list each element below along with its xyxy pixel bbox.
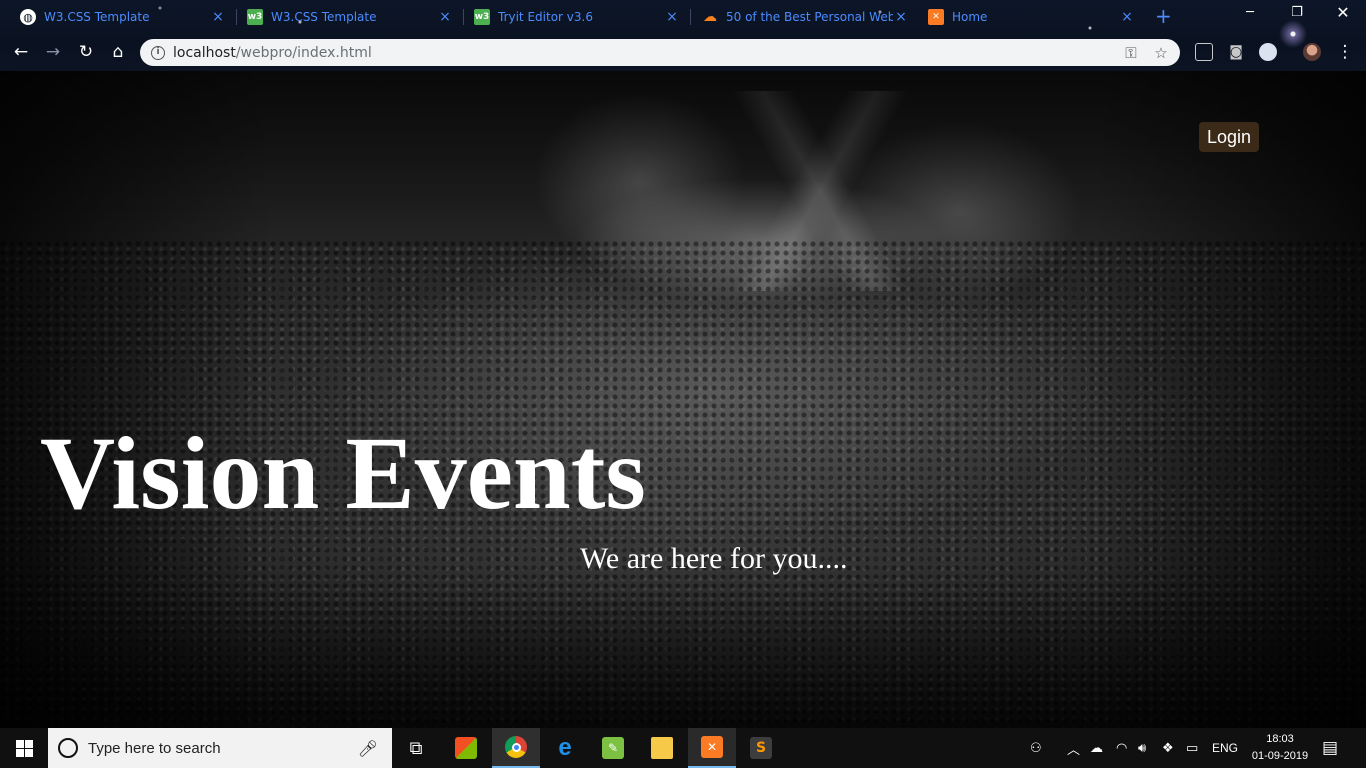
edge-icon[interactable]: e [541, 728, 589, 768]
notepad-plus-icon[interactable]: ✎ [589, 728, 637, 768]
xampp-taskbar-icon[interactable]: ✕ [688, 728, 736, 768]
hero-title: Vision Events [40, 416, 646, 531]
minimize-icon[interactable]: ─ [1240, 5, 1260, 20]
task-view-icon[interactable]: ⧉ [392, 728, 440, 768]
tab-title: Home [952, 10, 988, 24]
file-explorer-icon[interactable] [638, 728, 686, 768]
close-icon[interactable]: × [437, 9, 453, 25]
hero-section: Login Vision Events We are here for you.… [0, 71, 1366, 728]
volume-icon[interactable]: 🔊︎ [1138, 728, 1146, 768]
w3-icon: w3 [247, 9, 263, 25]
dropbox-icon[interactable]: ❖ [1162, 728, 1174, 768]
cloud-icon: ☁ [703, 9, 717, 25]
key-icon[interactable]: ⚿ [1120, 44, 1142, 62]
hero-subtitle: We are here for you.... [580, 542, 848, 575]
xampp-icon: ✕ [928, 9, 944, 25]
url-host: localhost [173, 44, 236, 61]
close-window-icon[interactable]: ✕ [1333, 3, 1353, 22]
clock-time: 18:03 [1266, 733, 1294, 745]
chrome-taskbar-icon[interactable] [492, 728, 540, 768]
star-icon[interactable]: ☆ [1150, 44, 1172, 62]
windows-taskbar: Type here to search 🎤︎ ⧉ e ✎ ✕ S ⚇ ︿ ☁ ◠… [0, 728, 1366, 768]
new-tab-button[interactable]: + [1155, 6, 1172, 26]
w3-icon: w3 [474, 9, 490, 25]
tab-title: W3.CSS Template [44, 10, 150, 24]
home-icon[interactable]: ⌂ [107, 41, 129, 63]
close-icon[interactable]: × [210, 9, 226, 25]
store-icon[interactable] [442, 728, 490, 768]
restore-icon[interactable]: ❐ [1287, 5, 1307, 20]
cortana-icon [58, 738, 78, 758]
system-clock[interactable]: 18:03 01-09-2019 [1245, 731, 1315, 765]
search-placeholder: Type here to search [88, 739, 221, 757]
battery-icon[interactable]: ▭ [1186, 728, 1198, 768]
clock-date: 01-09-2019 [1251, 750, 1309, 762]
login-button[interactable]: Login [1199, 122, 1260, 152]
back-arrow-icon[interactable]: ← [10, 41, 32, 63]
extension-circle-icon[interactable] [1259, 43, 1277, 61]
wifi-icon[interactable]: ◠ [1116, 728, 1127, 768]
globe-icon: ◍ [20, 9, 36, 25]
action-center-icon[interactable]: ▤ [1322, 728, 1338, 768]
close-icon[interactable]: × [664, 9, 680, 25]
sublime-text-icon[interactable]: S [737, 728, 785, 768]
start-button[interactable] [0, 728, 48, 768]
language-indicator[interactable]: ENG [1212, 728, 1238, 768]
show-hidden-icons-chevron[interactable]: ︿ [1067, 728, 1080, 768]
extension-copy-icon[interactable] [1195, 43, 1213, 61]
browser-chrome: ◍ W3.CSS Template × w3 W3.CSS Template ×… [0, 0, 1366, 71]
background-vignette [0, 71, 1366, 728]
info-icon[interactable]: i [151, 45, 165, 60]
tab-w3css-template-2[interactable]: w3 W3.CSS Template × [227, 0, 463, 34]
close-icon[interactable]: × [1119, 9, 1135, 25]
onedrive-icon[interactable]: ☁ [1090, 728, 1103, 768]
tab-home[interactable]: ✕ Home × [908, 0, 1145, 34]
reload-icon[interactable]: ↻ [75, 41, 97, 63]
url-text[interactable]: localhost/webpro/index.html [173, 45, 1120, 61]
tab-title: 50 of the Best Personal Websit [726, 10, 893, 24]
tab-best-personal-websites[interactable]: ☁ 50 of the Best Personal Websit × [682, 0, 919, 34]
tab-tryit-editor[interactable]: w3 Tryit Editor v3.6 × [454, 0, 690, 34]
tab-title: Tryit Editor v3.6 [498, 10, 593, 24]
close-icon[interactable]: × [893, 9, 909, 25]
windows-logo-icon [15, 739, 33, 757]
menu-dots-icon[interactable]: ⋮ [1334, 41, 1356, 63]
taskbar-search[interactable]: Type here to search 🎤︎ [48, 728, 392, 768]
camera-icon[interactable]: ◙ [1227, 43, 1245, 61]
forward-arrow-icon[interactable]: → [42, 41, 64, 63]
microphone-icon[interactable]: 🎤︎ [358, 739, 378, 758]
people-icon[interactable]: ⚇ [1030, 728, 1042, 768]
address-bar[interactable]: i localhost/webpro/index.html ⚿ ☆ [140, 39, 1180, 66]
profile-avatar[interactable] [1303, 43, 1321, 61]
url-path: /webpro/index.html [235, 44, 372, 61]
tab-w3css-template-1[interactable]: ◍ W3.CSS Template × [0, 0, 236, 34]
tab-title: W3.CSS Template [271, 10, 377, 24]
